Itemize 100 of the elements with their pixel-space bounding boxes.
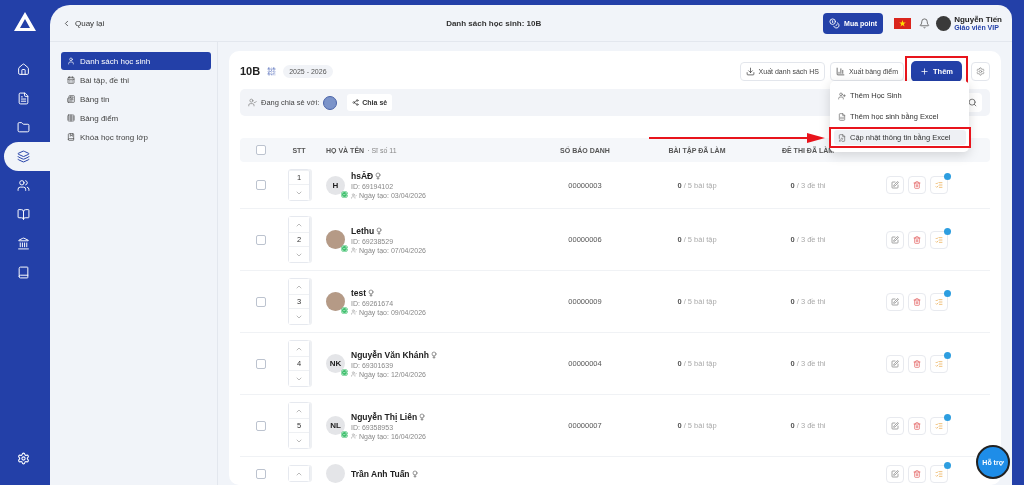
student-avatar [326, 464, 345, 483]
edit-button[interactable] [886, 354, 904, 373]
table-icon [67, 114, 75, 122]
user-icon [351, 433, 357, 439]
row-checkbox[interactable] [256, 358, 266, 369]
select-all-checkbox[interactable] [256, 145, 266, 155]
file-edit-icon [838, 133, 846, 142]
checklist-icon [935, 235, 943, 244]
delete-button[interactable] [908, 230, 926, 249]
delete-button[interactable] [908, 464, 926, 483]
list-button[interactable] [930, 354, 948, 373]
trash-icon [913, 181, 921, 189]
delete-button[interactable] [908, 416, 926, 435]
student-name: Lethu [351, 225, 375, 236]
trash-icon [913, 235, 921, 244]
female-icon [374, 172, 383, 180]
page-title: Danh sách học sinh: 10B [445, 18, 543, 28]
checklist-icon [935, 359, 943, 368]
user-icon [351, 247, 357, 253]
share-icon [352, 99, 360, 106]
subnav-item[interactable]: Bảng điểm [61, 109, 211, 127]
trash-icon [913, 297, 921, 306]
edit-button[interactable] [886, 230, 904, 249]
list-button[interactable] [930, 292, 948, 311]
book-icon [17, 266, 30, 279]
download-icon [745, 66, 755, 76]
folder-icon [17, 121, 30, 134]
class-name: 10B [240, 65, 261, 77]
subnav-item[interactable]: Bài tập, đề thi [61, 71, 211, 89]
subnav-item[interactable]: Danh sách học sinh [61, 52, 211, 70]
row-checkbox[interactable] [256, 234, 266, 245]
flag-icon[interactable] [894, 17, 912, 29]
shared-avatar [323, 95, 338, 110]
edit-icon [891, 469, 899, 478]
edit-icon [891, 421, 899, 430]
edit-button[interactable] [886, 292, 904, 311]
female-icon [410, 469, 419, 478]
newspaper-icon [67, 95, 75, 103]
user-icon [351, 192, 357, 199]
female-icon [429, 350, 438, 359]
user-avatar[interactable] [936, 15, 952, 31]
bookmark-icon [67, 133, 75, 141]
initials-avatar: H [326, 175, 345, 195]
notification-dot [944, 351, 951, 359]
spreadsheet-icon [838, 112, 846, 121]
list-button[interactable] [930, 230, 948, 249]
student-name: Nguyễn Văn Khánh [351, 349, 429, 360]
row-checkbox[interactable] [256, 180, 266, 190]
bar-chart-icon [835, 66, 845, 76]
settings-icon [976, 66, 985, 76]
qr-code-icon[interactable] [267, 66, 277, 76]
user-icon [351, 309, 357, 315]
user-icon [67, 57, 75, 65]
edit-button[interactable] [886, 176, 904, 194]
list-button[interactable] [930, 464, 948, 483]
bell-icon[interactable] [919, 17, 931, 29]
delete-button[interactable] [908, 354, 926, 373]
checklist-icon [935, 421, 943, 430]
student-name: Trần Anh Tuấn [351, 468, 410, 479]
document-icon [17, 92, 30, 105]
notification-dot [944, 173, 951, 180]
user-plus-icon [838, 91, 846, 100]
nav-rail-item[interactable] [4, 142, 50, 171]
coins-icon [829, 17, 841, 29]
trash-icon [913, 359, 921, 368]
calendar-icon [67, 76, 75, 84]
female-icon [418, 412, 427, 421]
female-icon [367, 288, 376, 297]
student-name: test [351, 287, 367, 298]
edit-button[interactable] [886, 416, 904, 435]
student-name: Nguyễn Thị Liên [351, 411, 418, 422]
list-button[interactable] [930, 176, 948, 194]
subnav-item[interactable]: Bảng tin [61, 90, 211, 108]
row-checkbox[interactable] [256, 468, 266, 479]
edit-icon [891, 235, 899, 244]
initials-avatar: NK [326, 354, 345, 373]
plus-icon [920, 66, 929, 76]
users-icon [248, 98, 257, 107]
row-checkbox[interactable] [256, 420, 266, 431]
edit-icon [891, 359, 899, 368]
checklist-icon [935, 181, 943, 189]
edit-button[interactable] [886, 464, 904, 483]
student-name: hsĂĐ [351, 171, 374, 181]
back-link[interactable]: Quay lại [62, 18, 105, 28]
notification-dot [944, 461, 951, 469]
checklist-icon [935, 469, 943, 478]
row-checkbox[interactable] [256, 296, 266, 307]
bank-icon [17, 237, 30, 250]
home-icon [17, 63, 30, 76]
subnav-item[interactable]: Khóa học trong lớp [61, 128, 211, 146]
search-icon [968, 98, 977, 107]
trash-icon [913, 421, 921, 430]
delete-button[interactable] [908, 176, 926, 194]
open-book-icon [17, 208, 30, 221]
edit-icon [891, 297, 899, 306]
users-icon [17, 179, 30, 192]
delete-button[interactable] [908, 292, 926, 311]
list-button[interactable] [930, 416, 948, 435]
edit-icon [891, 181, 899, 189]
layers-icon [17, 150, 30, 163]
